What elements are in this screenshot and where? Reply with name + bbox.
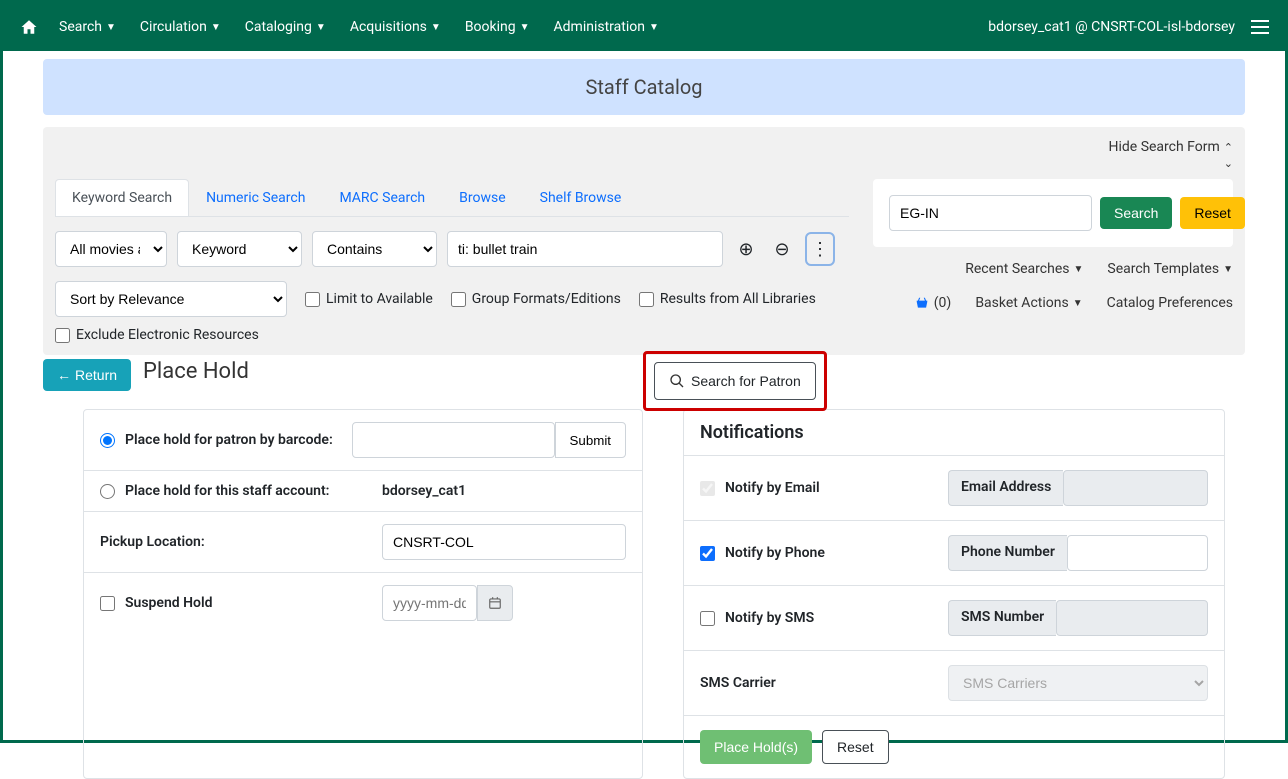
all-libraries-checkbox[interactable]: Results from All Libraries	[639, 291, 816, 307]
top-navbar: Search▼ Circulation▼ Cataloging▼ Acquisi…	[3, 3, 1285, 51]
limit-available-checkbox[interactable]: Limit to Available	[305, 291, 433, 307]
search-query-input[interactable]	[447, 231, 723, 267]
hold-form: Place hold for patron by barcode: Submit…	[83, 409, 643, 779]
suspend-hold-label: Suspend Hold	[125, 595, 213, 611]
basket-actions-link[interactable]: Basket Actions▼	[975, 295, 1082, 311]
search-field-select[interactable]: Keyword	[177, 231, 302, 267]
search-patron-button[interactable]: Search for Patron	[654, 362, 816, 400]
search-tabs: Keyword Search Numeric Search MARC Searc…	[55, 179, 849, 217]
caret-down-icon: ▼	[1223, 264, 1233, 275]
calendar-icon[interactable]	[477, 585, 513, 621]
tab-browse[interactable]: Browse	[442, 179, 522, 216]
tab-numeric-search[interactable]: Numeric Search	[189, 179, 322, 216]
sort-select[interactable]: Sort by Relevance	[55, 281, 287, 317]
suspend-date-input	[382, 585, 477, 621]
email-input	[1063, 470, 1208, 506]
search-match-select[interactable]: Contains	[312, 231, 437, 267]
hold-barcode-radio[interactable]	[100, 433, 115, 448]
caret-down-icon: ▼	[211, 22, 221, 33]
notify-phone-checkbox[interactable]	[700, 546, 715, 561]
nav-items: Search▼ Circulation▼ Cataloging▼ Acquisi…	[59, 19, 988, 35]
nav-search[interactable]: Search▼	[59, 19, 116, 35]
basket-icon	[914, 296, 930, 310]
caret-down-icon: ▼	[106, 22, 116, 33]
caret-down-icon: ▼	[316, 22, 326, 33]
place-hold-header: ← Return Place Hold Search for Patron	[43, 359, 1245, 391]
search-icon	[669, 373, 685, 389]
catalog-prefs-link[interactable]: Catalog Preferences	[1107, 295, 1233, 311]
pickup-location-input[interactable]	[382, 524, 626, 560]
form-columns: Place hold for patron by barcode: Submit…	[83, 409, 1225, 779]
sms-carrier-label: SMS Carrier	[700, 675, 776, 691]
barcode-input[interactable]	[352, 422, 555, 458]
page-title: Place Hold	[143, 359, 249, 384]
add-row-icon[interactable]: ⊕	[733, 236, 759, 262]
place-hold-button[interactable]: Place Hold(s)	[700, 730, 812, 764]
caret-down-icon: ▼	[1073, 298, 1083, 309]
search-right: Search Reset Recent Searches▼ Search Tem…	[873, 179, 1233, 343]
return-button[interactable]: ← Return	[43, 359, 131, 391]
nav-administration[interactable]: Administration▼	[554, 19, 659, 35]
search-patron-highlight: Search for Patron	[643, 351, 827, 411]
sms-field-label: SMS Number	[948, 600, 1056, 636]
notify-sms-checkbox[interactable]	[700, 611, 715, 626]
notify-email-checkbox	[700, 481, 715, 496]
email-field-label: Email Address	[948, 470, 1063, 506]
hold-staff-label: Place hold for this staff account:	[125, 483, 329, 499]
phone-field-label: Phone Number	[948, 535, 1067, 571]
notify-sms-label: Notify by SMS	[725, 610, 814, 626]
staff-catalog-banner: Staff Catalog	[43, 59, 1245, 115]
nav-circulation[interactable]: Circulation▼	[140, 19, 221, 35]
user-info[interactable]: bdorsey_cat1 @ CNSRT-COL-isl-bdorsey	[988, 19, 1235, 35]
hold-staff-radio[interactable]	[100, 484, 115, 499]
reset-button[interactable]: Reset	[1180, 197, 1245, 229]
search-left: Keyword Search Numeric Search MARC Searc…	[55, 179, 849, 343]
suspend-hold-checkbox[interactable]	[100, 596, 115, 611]
search-type-select[interactable]: All movies an	[55, 231, 167, 267]
group-formats-checkbox[interactable]: Group Formats/Editions	[451, 291, 621, 307]
notif-reset-button[interactable]: Reset	[822, 730, 889, 764]
nav-acquisitions[interactable]: Acquisitions▼	[350, 19, 441, 35]
quick-search-box: Search Reset	[873, 179, 1233, 247]
phone-input[interactable]	[1067, 535, 1208, 571]
home-icon[interactable]	[19, 18, 39, 36]
arrow-left-icon: ←	[57, 367, 71, 383]
notifications-header: Notifications	[684, 410, 1224, 456]
caret-down-icon: ▼	[520, 22, 530, 33]
tab-marc-search[interactable]: MARC Search	[322, 179, 442, 216]
sms-input	[1056, 600, 1208, 636]
caret-down-icon: ▼	[649, 22, 659, 33]
notify-email-label: Notify by Email	[725, 480, 820, 496]
nav-cataloging[interactable]: Cataloging▼	[245, 19, 326, 35]
hamburger-icon[interactable]	[1251, 20, 1269, 34]
tab-keyword-search[interactable]: Keyword Search	[55, 179, 189, 216]
notify-phone-label: Notify by Phone	[725, 545, 825, 561]
basket-link[interactable]: (0)	[914, 295, 952, 311]
more-options-icon[interactable]: ⋮	[805, 232, 835, 266]
hold-barcode-label: Place hold for patron by barcode:	[125, 432, 333, 448]
library-input[interactable]	[889, 195, 1092, 231]
search-panel: Hide Search Form⌃⌄ Keyword Search Numeri…	[43, 127, 1245, 355]
sms-carrier-select: SMS Carriers	[948, 665, 1208, 701]
caret-down-icon: ▼	[1073, 264, 1083, 275]
collapse-icon: ⌃⌄	[1224, 141, 1233, 170]
hide-search-toggle[interactable]: Hide Search Form⌃⌄	[55, 139, 1233, 179]
caret-down-icon: ▼	[431, 22, 441, 33]
tab-shelf-browse[interactable]: Shelf Browse	[523, 179, 639, 216]
remove-row-icon[interactable]: ⊖	[769, 236, 795, 262]
submit-button[interactable]: Submit	[555, 422, 626, 458]
search-button[interactable]: Search	[1100, 197, 1172, 229]
pickup-location-label: Pickup Location:	[100, 534, 205, 550]
exclude-electronic-checkbox[interactable]: Exclude Electronic Resources	[55, 327, 849, 343]
notifications-panel: Notifications Notify by Email Email Addr…	[683, 409, 1225, 779]
nav-booking[interactable]: Booking▼	[465, 19, 530, 35]
search-templates-link[interactable]: Search Templates▼	[1107, 261, 1233, 277]
staff-account-value: bdorsey_cat1	[382, 483, 466, 499]
recent-searches-link[interactable]: Recent Searches▼	[965, 261, 1083, 277]
